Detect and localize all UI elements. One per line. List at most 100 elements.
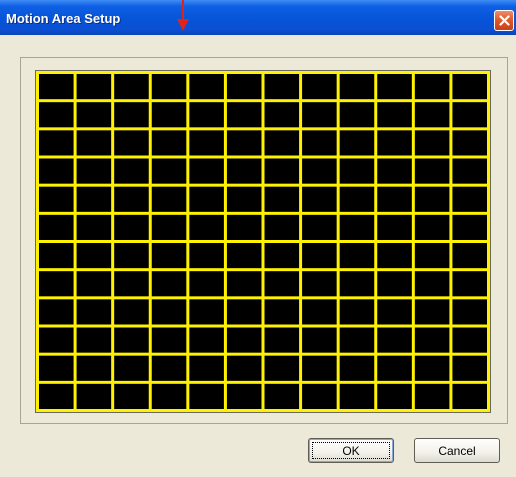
grid-cell[interactable] xyxy=(226,271,262,297)
grid-cell[interactable] xyxy=(339,327,375,353)
grid-cell[interactable] xyxy=(377,243,412,269)
motion-grid[interactable] xyxy=(35,70,491,413)
grid-cell[interactable] xyxy=(414,186,450,212)
grid-cell[interactable] xyxy=(452,214,487,240)
grid-cell[interactable] xyxy=(114,186,149,212)
grid-cell[interactable] xyxy=(114,130,149,156)
grid-cell[interactable] xyxy=(189,327,224,353)
grid-cell[interactable] xyxy=(39,327,74,353)
grid-cell[interactable] xyxy=(114,355,149,381)
grid-cell[interactable] xyxy=(114,158,149,184)
grid-cell[interactable] xyxy=(264,102,300,128)
grid-cell[interactable] xyxy=(226,383,262,409)
grid-cell[interactable] xyxy=(377,214,412,240)
grid-cell[interactable] xyxy=(226,243,262,269)
grid-cell[interactable] xyxy=(39,243,74,269)
grid-cell[interactable] xyxy=(339,299,375,325)
grid-cell[interactable] xyxy=(302,186,337,212)
grid-cell[interactable] xyxy=(264,299,300,325)
grid-cell[interactable] xyxy=(39,214,74,240)
grid-cell[interactable] xyxy=(189,243,224,269)
grid-cell[interactable] xyxy=(76,102,112,128)
grid-cell[interactable] xyxy=(452,327,487,353)
grid-cell[interactable] xyxy=(377,383,412,409)
grid-cell[interactable] xyxy=(414,243,450,269)
grid-cell[interactable] xyxy=(189,355,224,381)
grid-cell[interactable] xyxy=(414,383,450,409)
grid-cell[interactable] xyxy=(226,74,262,100)
grid-cell[interactable] xyxy=(414,74,450,100)
grid-cell[interactable] xyxy=(339,74,375,100)
grid-cell[interactable] xyxy=(339,214,375,240)
grid-cell[interactable] xyxy=(339,383,375,409)
grid-cell[interactable] xyxy=(189,102,224,128)
grid-cell[interactable] xyxy=(452,383,487,409)
grid-cell[interactable] xyxy=(114,327,149,353)
grid-cell[interactable] xyxy=(226,355,262,381)
grid-cell[interactable] xyxy=(151,271,187,297)
grid-cell[interactable] xyxy=(377,130,412,156)
grid-cell[interactable] xyxy=(377,299,412,325)
grid-cell[interactable] xyxy=(189,299,224,325)
grid-cell[interactable] xyxy=(302,327,337,353)
grid-cell[interactable] xyxy=(414,327,450,353)
grid-cell[interactable] xyxy=(39,271,74,297)
grid-cell[interactable] xyxy=(377,158,412,184)
cancel-button[interactable]: Cancel xyxy=(414,438,500,463)
grid-cell[interactable] xyxy=(226,130,262,156)
title-bar[interactable]: Motion Area Setup xyxy=(0,0,516,35)
grid-cell[interactable] xyxy=(76,186,112,212)
grid-cell[interactable] xyxy=(264,243,300,269)
grid-cell[interactable] xyxy=(151,299,187,325)
grid-cell[interactable] xyxy=(452,102,487,128)
grid-cell[interactable] xyxy=(302,214,337,240)
grid-cell[interactable] xyxy=(151,186,187,212)
grid-cell[interactable] xyxy=(377,271,412,297)
grid-cell[interactable] xyxy=(114,102,149,128)
grid-cell[interactable] xyxy=(39,299,74,325)
grid-cell[interactable] xyxy=(39,74,74,100)
grid-cell[interactable] xyxy=(377,355,412,381)
grid-cell[interactable] xyxy=(151,383,187,409)
grid-cell[interactable] xyxy=(377,186,412,212)
motion-grid-cells[interactable] xyxy=(36,71,490,412)
grid-cell[interactable] xyxy=(151,158,187,184)
grid-cell[interactable] xyxy=(189,383,224,409)
grid-cell[interactable] xyxy=(339,158,375,184)
grid-cell[interactable] xyxy=(414,158,450,184)
grid-cell[interactable] xyxy=(302,299,337,325)
grid-cell[interactable] xyxy=(76,383,112,409)
grid-cell[interactable] xyxy=(189,186,224,212)
grid-cell[interactable] xyxy=(452,158,487,184)
grid-cell[interactable] xyxy=(114,214,149,240)
grid-cell[interactable] xyxy=(452,299,487,325)
grid-cell[interactable] xyxy=(114,299,149,325)
grid-cell[interactable] xyxy=(339,130,375,156)
grid-cell[interactable] xyxy=(264,186,300,212)
grid-cell[interactable] xyxy=(302,243,337,269)
grid-cell[interactable] xyxy=(339,271,375,297)
grid-cell[interactable] xyxy=(339,243,375,269)
grid-cell[interactable] xyxy=(339,102,375,128)
grid-cell[interactable] xyxy=(377,74,412,100)
grid-cell[interactable] xyxy=(76,214,112,240)
grid-cell[interactable] xyxy=(151,74,187,100)
grid-cell[interactable] xyxy=(452,130,487,156)
grid-cell[interactable] xyxy=(302,355,337,381)
grid-cell[interactable] xyxy=(39,102,74,128)
grid-cell[interactable] xyxy=(39,158,74,184)
grid-cell[interactable] xyxy=(264,327,300,353)
grid-cell[interactable] xyxy=(264,130,300,156)
grid-cell[interactable] xyxy=(414,299,450,325)
grid-cell[interactable] xyxy=(226,186,262,212)
grid-cell[interactable] xyxy=(76,74,112,100)
grid-cell[interactable] xyxy=(226,214,262,240)
grid-cell[interactable] xyxy=(151,243,187,269)
grid-cell[interactable] xyxy=(151,130,187,156)
grid-cell[interactable] xyxy=(302,383,337,409)
grid-cell[interactable] xyxy=(302,158,337,184)
grid-cell[interactable] xyxy=(226,158,262,184)
grid-cell[interactable] xyxy=(76,299,112,325)
grid-cell[interactable] xyxy=(414,130,450,156)
grid-cell[interactable] xyxy=(76,243,112,269)
